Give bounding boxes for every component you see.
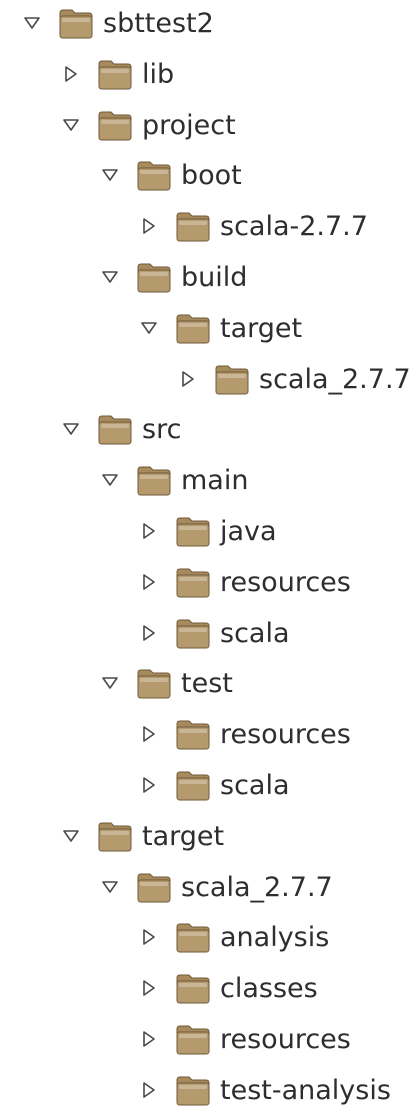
tree-item-label: classes bbox=[220, 973, 318, 1005]
tree-item-label: resources bbox=[220, 719, 351, 751]
tree-item-label: test-analysis bbox=[220, 1074, 391, 1106]
triangle-down-icon[interactable] bbox=[100, 877, 120, 897]
tree-item[interactable]: java bbox=[0, 508, 418, 558]
folder-icon bbox=[136, 464, 172, 497]
triangle-down-icon[interactable] bbox=[139, 318, 159, 338]
triangle-right-icon[interactable] bbox=[178, 369, 198, 389]
folder-icon bbox=[175, 1074, 211, 1107]
triangle-right-icon[interactable] bbox=[139, 1029, 159, 1049]
triangle-right-icon[interactable] bbox=[139, 775, 159, 795]
triangle-down-icon[interactable] bbox=[100, 673, 120, 693]
tree-item-label: scala_2.7.7 bbox=[259, 363, 411, 395]
tree-item[interactable]: resources bbox=[0, 711, 418, 761]
tree-item-label: lib bbox=[142, 58, 175, 90]
tree-item-label: src bbox=[142, 414, 182, 446]
folder-icon bbox=[175, 769, 211, 802]
triangle-right-icon[interactable] bbox=[139, 927, 159, 947]
folder-icon bbox=[175, 312, 211, 345]
triangle-down-icon[interactable] bbox=[61, 115, 81, 135]
tree-item[interactable]: scala_2.7.7 bbox=[0, 864, 418, 914]
folder-icon bbox=[58, 7, 94, 40]
folder-icon bbox=[136, 871, 172, 904]
tree-item-label: main bbox=[181, 465, 249, 497]
project-tree: sbttest2 lib project boot scala-2.7.7 build ta… bbox=[0, 0, 418, 1107]
tree-item[interactable]: resources bbox=[0, 559, 418, 609]
tree-item[interactable]: target bbox=[0, 813, 418, 863]
triangle-right-icon[interactable] bbox=[139, 1080, 159, 1100]
tree-item[interactable]: test-analysis bbox=[0, 1067, 418, 1117]
folder-icon bbox=[136, 261, 172, 294]
triangle-right-icon[interactable] bbox=[139, 216, 159, 236]
triangle-right-icon[interactable] bbox=[139, 623, 159, 643]
tree-item-label: scala bbox=[220, 617, 290, 649]
tree-item[interactable]: test bbox=[0, 660, 418, 710]
tree-item[interactable]: src bbox=[0, 406, 418, 456]
triangle-right-icon[interactable] bbox=[139, 978, 159, 998]
tree-item-label: test bbox=[181, 668, 233, 700]
tree-item-label: project bbox=[142, 109, 236, 141]
tree-item[interactable]: classes bbox=[0, 965, 418, 1015]
folder-icon bbox=[175, 718, 211, 751]
tree-item-label: java bbox=[220, 516, 277, 547]
triangle-right-icon[interactable] bbox=[139, 521, 159, 541]
folder-icon bbox=[175, 921, 211, 954]
tree-item-label: scala_2.7.7 bbox=[181, 871, 333, 903]
tree-item-label: resources bbox=[220, 566, 351, 598]
triangle-down-icon[interactable] bbox=[22, 13, 42, 33]
tree-item-label: scala bbox=[220, 770, 290, 801]
triangle-down-icon[interactable] bbox=[100, 470, 120, 490]
folder-icon bbox=[97, 413, 133, 446]
triangle-down-icon[interactable] bbox=[100, 165, 120, 185]
tree-item-label: sbttest2 bbox=[103, 8, 214, 39]
tree-item-label: build bbox=[181, 262, 248, 293]
folder-icon bbox=[97, 820, 133, 853]
tree-item[interactable]: main bbox=[0, 457, 418, 507]
triangle-right-icon[interactable] bbox=[61, 64, 81, 84]
triangle-down-icon[interactable] bbox=[100, 267, 120, 287]
folder-icon bbox=[175, 515, 211, 548]
folder-icon bbox=[97, 58, 133, 91]
tree-item-label: analysis bbox=[220, 922, 330, 954]
tree-item-label: resources bbox=[220, 1024, 351, 1055]
folder-icon bbox=[175, 1023, 211, 1056]
folder-icon bbox=[175, 617, 211, 650]
triangle-down-icon[interactable] bbox=[61, 419, 81, 439]
triangle-down-icon[interactable] bbox=[61, 826, 81, 846]
tree-item[interactable]: analysis bbox=[0, 914, 418, 964]
tree-item[interactable]: scala bbox=[0, 610, 418, 660]
tree-item[interactable]: boot bbox=[0, 152, 418, 202]
tree-item[interactable]: scala bbox=[0, 762, 418, 812]
folder-icon bbox=[175, 566, 211, 599]
tree-item[interactable]: scala_2.7.7 bbox=[0, 356, 418, 406]
folder-icon bbox=[175, 210, 211, 243]
tree-item-label: scala-2.7.7 bbox=[220, 211, 368, 243]
triangle-right-icon[interactable] bbox=[139, 724, 159, 744]
tree-item[interactable]: sbttest2 bbox=[0, 0, 418, 50]
tree-item-label: target bbox=[142, 820, 225, 852]
tree-item[interactable]: project bbox=[0, 102, 418, 152]
tree-item[interactable]: lib bbox=[0, 51, 418, 101]
tree-item[interactable]: scala-2.7.7 bbox=[0, 203, 418, 253]
folder-icon bbox=[136, 159, 172, 192]
tree-item[interactable]: resources bbox=[0, 1016, 418, 1066]
folder-icon bbox=[97, 109, 133, 142]
triangle-right-icon[interactable] bbox=[139, 572, 159, 592]
folder-icon bbox=[136, 667, 172, 700]
folder-icon bbox=[214, 363, 250, 396]
tree-item[interactable]: build bbox=[0, 254, 418, 304]
folder-icon bbox=[175, 972, 211, 1005]
tree-item-label: target bbox=[220, 312, 303, 344]
tree-item[interactable]: target bbox=[0, 305, 418, 355]
tree-item-label: boot bbox=[181, 160, 242, 192]
